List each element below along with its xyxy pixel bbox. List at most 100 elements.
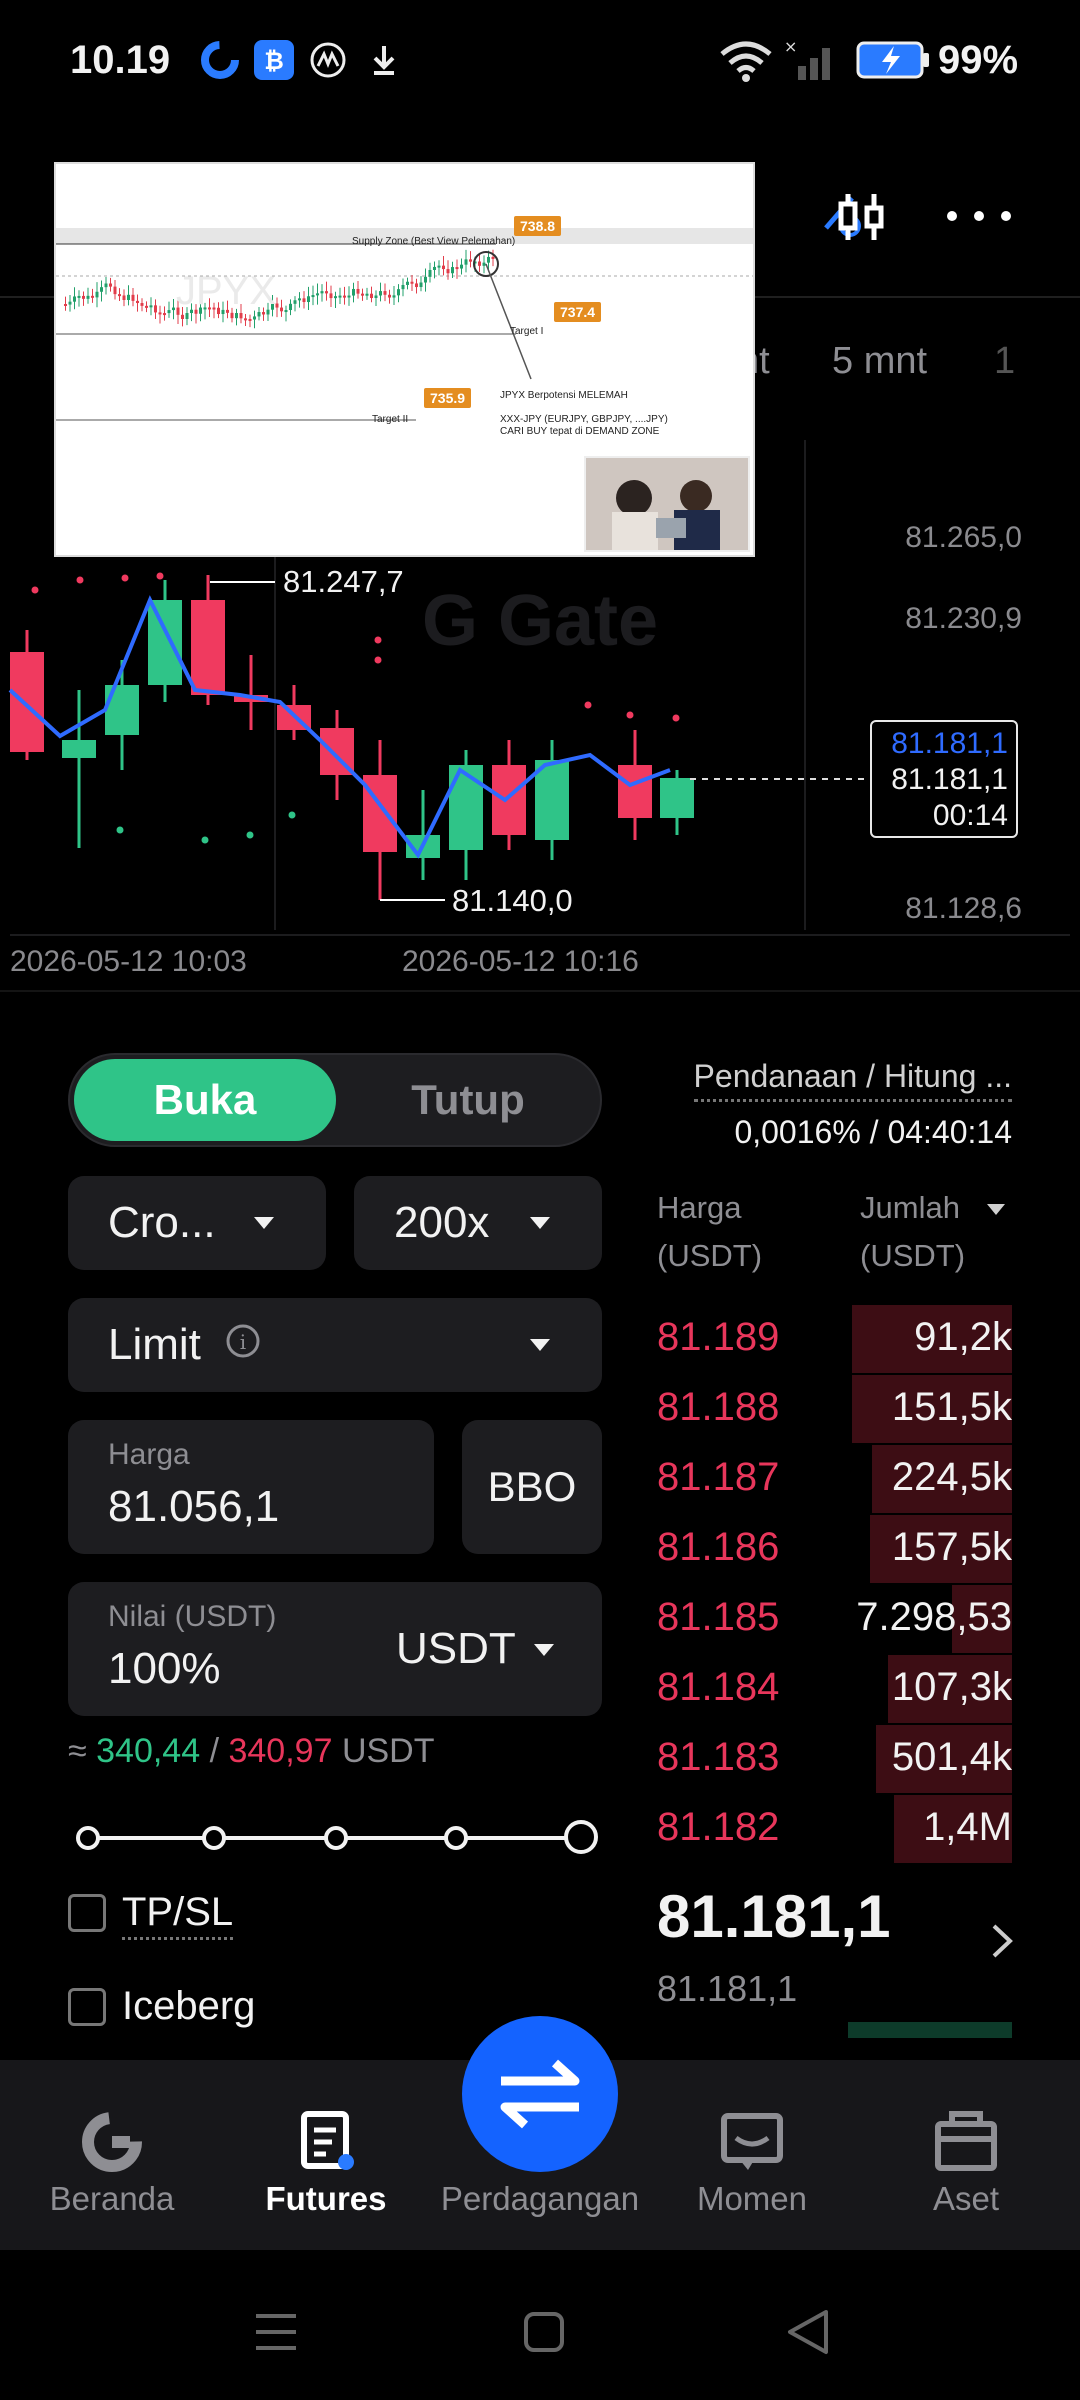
tab-open-position[interactable]: Buka [74,1059,336,1141]
gate-watermark: G Gate [422,581,658,661]
candle-body [660,778,694,818]
ask-price[interactable]: 81.188 [657,1385,779,1430]
approx-separator: / [209,1732,220,1770]
overlay-candle-body [415,283,418,288]
overlay-candle-body [388,294,391,298]
leverage-select[interactable]: 200x [354,1176,602,1270]
overlay-candle-body [469,259,472,262]
nav-item-home[interactable]: Beranda [12,2180,212,2218]
slider-step-50[interactable] [324,1826,348,1850]
overlay-candle-body [104,283,108,288]
info-icon[interactable]: i [224,1322,262,1365]
bid-depth-bar [848,2022,1012,2038]
system-navigation-bar [0,2250,1080,2400]
nav-item-moments[interactable]: Momen [652,2180,852,2218]
ask-quantity[interactable]: 224,5k [892,1455,1012,1500]
overlay-candle-body [86,295,90,299]
battery-percent: 99% [938,38,1019,82]
recent-apps-icon[interactable] [254,2310,298,2359]
back-icon[interactable] [786,2308,830,2361]
ask-price[interactable]: 81.183 [657,1735,779,1780]
iceberg-checkbox[interactable] [68,1988,106,2026]
ask-price[interactable]: 81.189 [657,1315,779,1360]
overlay-candle-body [334,296,337,299]
overlay-candle-body [338,295,342,298]
ask-price[interactable]: 81.182 [657,1805,779,1850]
overlay-candle-body [91,295,94,298]
ask-price[interactable]: 81.187 [657,1455,779,1500]
tpsl-checkbox[interactable] [68,1894,106,1932]
slider-step-0[interactable] [76,1826,100,1850]
last-price[interactable]: 81.181,1 [657,1882,891,1951]
price-input[interactable]: Harga 81.056,1 [68,1420,434,1554]
overlay-candle-body [122,295,126,300]
nav-item-trade[interactable]: Perdagangan [432,2180,648,2218]
margin-mode-select[interactable]: Cro... [68,1176,326,1270]
download-icon [364,40,404,80]
ask-quantity[interactable]: 107,3k [892,1665,1012,1710]
overlay-candle-body [154,305,157,313]
price-axis-label: 81.230,9 [905,602,1022,635]
sar-dot [201,836,209,844]
candle-body [191,600,225,695]
tab-timeframe-5min[interactable]: 5 mnt [832,340,927,383]
col-header-amount[interactable]: Jumlah (USDT) [860,1184,1005,1280]
ask-price[interactable]: 81.184 [657,1665,779,1710]
ask-quantity[interactable]: 501,4k [892,1735,1012,1780]
candle-body [62,740,96,758]
iceberg-label[interactable]: Iceberg [122,1984,255,2029]
nav-item-assets[interactable]: Aset [866,2180,1066,2218]
bbo-button[interactable]: BBO [462,1420,602,1554]
nav-item-futures[interactable]: Futures [226,2180,426,2218]
ask-quantity[interactable]: 151,5k [892,1385,1012,1430]
overlay-note2: XXX-JPY (EURJPY, GBPJPY, ....JPY) [500,414,668,425]
tpsl-label[interactable]: TP/SL [122,1890,234,1940]
ask-price[interactable]: 81.185 [657,1595,779,1640]
overlay-candle-body [370,293,373,299]
slider-step-25[interactable] [202,1826,226,1850]
funding-label[interactable]: Pendanaan / Hitung ... [693,1058,1012,1102]
order-type-select[interactable]: Limit i [68,1298,602,1392]
ask-quantity[interactable]: 7.298,53 [856,1595,1012,1640]
candle-body [148,600,182,685]
overlay-candle-body [113,286,117,295]
sar-dot [374,636,382,644]
overlay-supply-zone: Supply Zone (Best View Pelemahan) [352,236,516,247]
trade-fab[interactable] [462,2016,618,2172]
ask-quantity[interactable]: 1,4M [923,1805,1012,1850]
price-input-label: Harga [108,1438,190,1471]
overlay-candle-body [293,300,297,304]
tab-timeframe-next[interactable]: 1 [994,340,1015,383]
home-button-icon[interactable] [522,2310,566,2359]
overlay-candle-body [356,288,360,294]
slider-handle[interactable] [564,1820,598,1854]
overlay-candle-body [158,312,162,315]
assets-icon[interactable] [934,2110,998,2179]
ask-quantity[interactable]: 157,5k [892,1525,1012,1570]
slider-step-75[interactable] [444,1826,468,1850]
overlay-candle-body [401,284,405,290]
price-axis-label: 81.265,0 [905,521,1022,554]
sar-dot [156,572,164,580]
col-amount-unit: (USDT) [860,1238,966,1273]
status-time: 10.19 [70,38,171,82]
value-unit-select[interactable]: USDT [396,1624,516,1674]
col-amount-label: Jumlah [860,1190,960,1225]
value-input[interactable]: Nilai (USDT) 100% USDT [68,1582,602,1716]
overlay-candle-body [424,276,427,283]
candle-countdown: 00:14 [932,799,1008,832]
ask-price[interactable]: 81.186 [657,1525,779,1570]
picture-in-picture-video[interactable]: JPYX Supply Zone (Best View Pelemahan) 7… [54,162,755,557]
moments-icon[interactable] [720,2112,784,2177]
home-icon[interactable] [80,2110,144,2179]
chart-settings-icon[interactable] [834,190,888,249]
order-type-value: Limit [108,1320,201,1369]
col-price-label: Harga [657,1190,742,1225]
futures-icon[interactable] [296,2110,360,2179]
chevron-right-icon[interactable] [990,1922,1014,1965]
tab-close-position[interactable]: Tutup [340,1059,596,1141]
sar-dot [121,574,129,582]
ask-quantity[interactable]: 91,2k [914,1315,1012,1360]
overlay-candle-body [307,296,310,303]
more-options-icon[interactable] [944,206,1014,231]
